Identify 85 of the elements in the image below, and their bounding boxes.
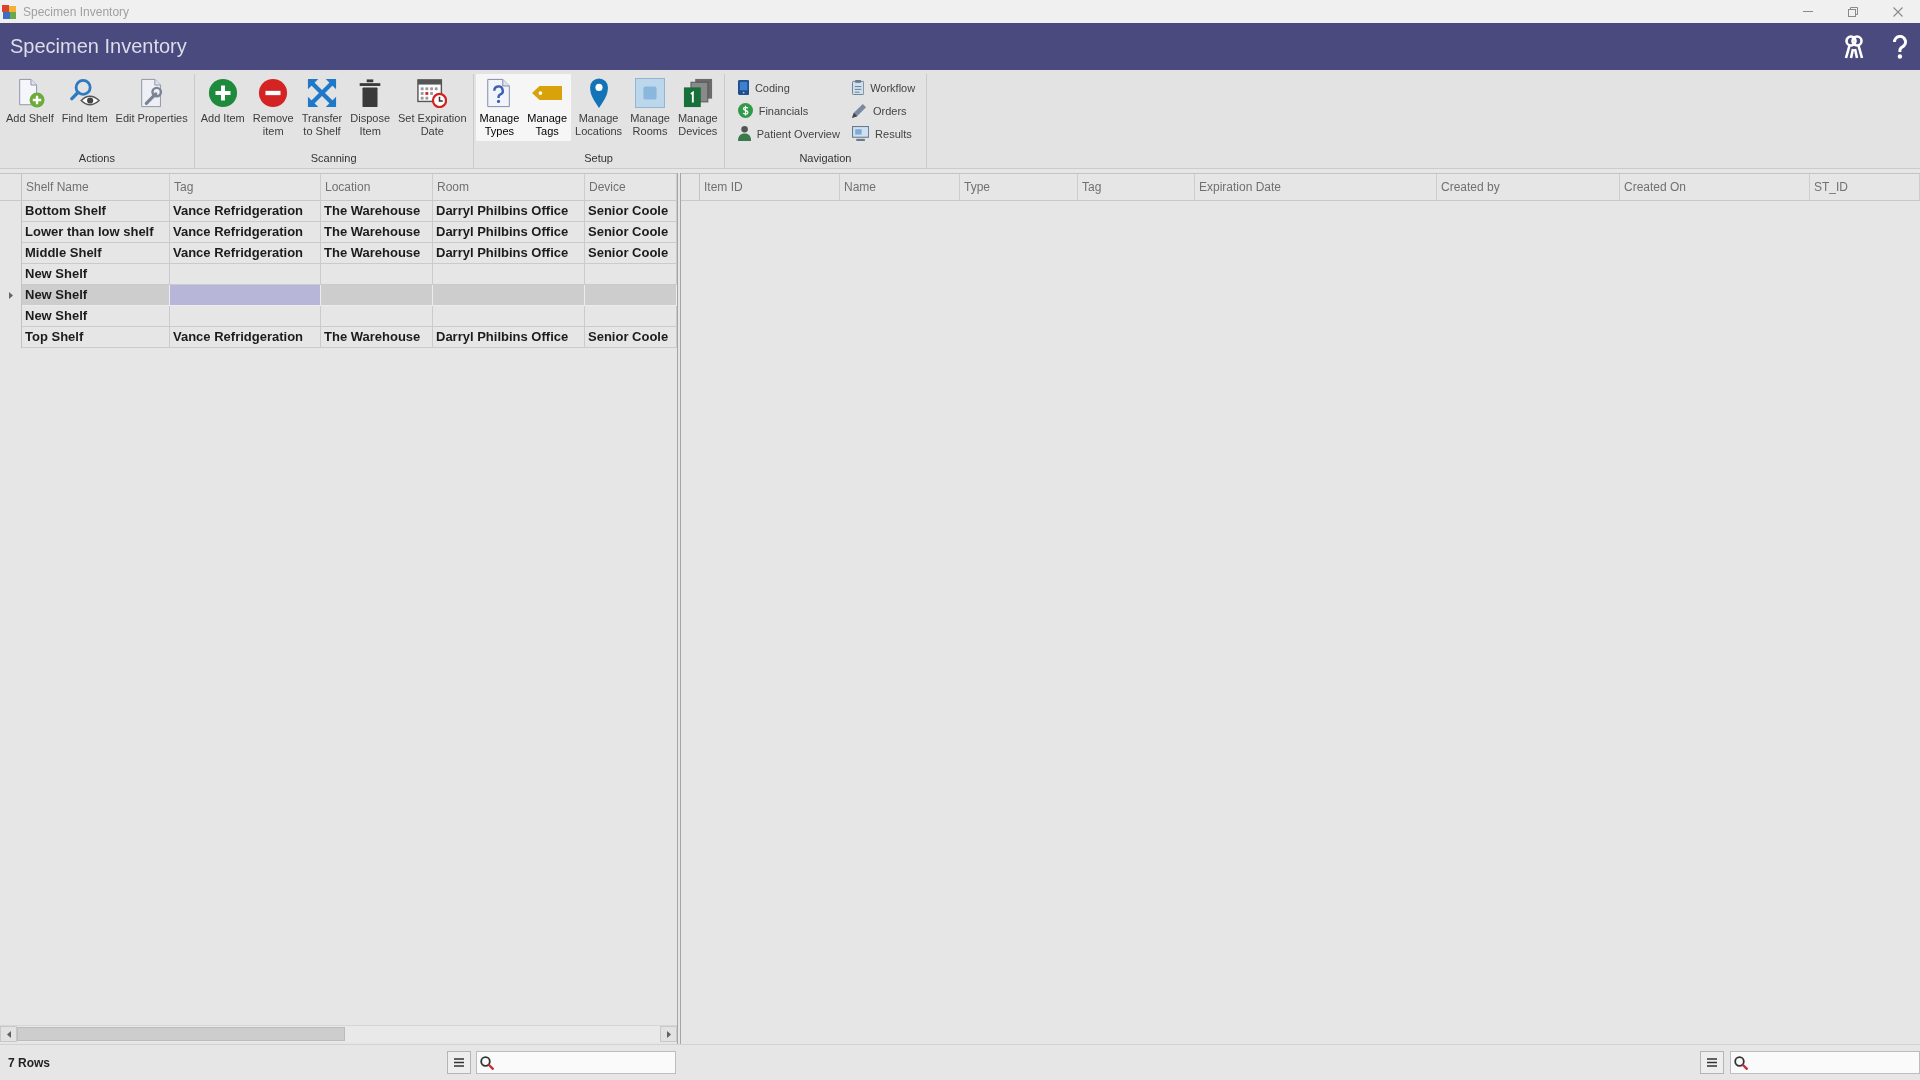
ribbon-button[interactable]: Manage Devices — [673, 74, 722, 141]
person-icon — [737, 126, 751, 141]
nav-link[interactable]: Orders — [848, 99, 919, 122]
ribbon-button[interactable]: Transfer to Shelf — [297, 74, 347, 141]
window-title: Specimen Inventory — [23, 4, 130, 19]
restore-icon[interactable] — [1847, 6, 1858, 17]
magnifier-eye-icon — [69, 78, 100, 108]
table-row[interactable]: Bottom Shelf Vance Refridgeration The Warehouse Darryl Philbins Office Senior Coole — [22, 201, 677, 222]
tablet-icon — [737, 80, 749, 95]
table-cell: Darryl Philbins Office — [433, 327, 585, 348]
group-label: Navigation — [798, 151, 853, 166]
expand-arrows-icon — [307, 78, 337, 108]
plus-circle-icon — [207, 78, 238, 108]
ribbon-button[interactable]: Manage Locations — [571, 74, 627, 141]
minus-circle-icon — [258, 78, 289, 108]
column-header[interactable]: Type — [960, 174, 1078, 200]
row-count: 7 Rows — [8, 1055, 50, 1070]
search-field[interactable] — [1730, 1051, 1920, 1074]
column-header[interactable]: Name — [840, 174, 960, 200]
close-icon[interactable] — [1892, 6, 1903, 17]
table-cell: Senior Coole — [585, 327, 677, 348]
ribbon-button[interactable]: Add Shelf — [2, 74, 58, 128]
calendar-clock-icon — [417, 78, 448, 108]
column-header[interactable]: ST_ID — [1810, 174, 1920, 200]
ribbon-button[interactable]: Set Expiration Date — [394, 74, 471, 141]
monitor-icon — [851, 126, 870, 141]
table-cell: Top Shelf — [22, 327, 170, 348]
nav-link[interactable]: Results — [848, 122, 919, 145]
column-header[interactable]: Item ID — [700, 174, 840, 200]
column-header[interactable]: Device — [585, 174, 677, 200]
column-header[interactable]: Tag — [1078, 174, 1195, 200]
table-row[interactable]: New Shelf — [22, 285, 677, 306]
ribbon-button[interactable]: Find Item — [57, 74, 112, 128]
clipboard-icon — [851, 80, 865, 95]
keys-icon[interactable] — [1844, 34, 1864, 59]
ribbon-button[interactable]: Dispose Item — [346, 74, 394, 141]
column-header[interactable]: Tag — [170, 174, 321, 200]
nav-link[interactable]: Workflow — [848, 76, 919, 99]
column-header[interactable]: Created On — [1620, 174, 1810, 200]
table-row[interactable]: Top Shelf Vance Refridgeration The Warehouse Darryl Philbins Office Senior Coole — [22, 327, 677, 348]
search-icon — [1734, 1055, 1748, 1070]
table-cell: Vance Refridgeration — [170, 327, 321, 348]
pencil-icon — [851, 103, 867, 118]
nav-link[interactable]: Patient Overview — [734, 122, 843, 145]
table-row[interactable]: Lower than low shelf Vance Refridgeration The Warehouse Darryl Philbins Office Senior Coole — [22, 222, 677, 243]
nav-link[interactable]: Coding — [734, 76, 843, 99]
scroll-right-button[interactable] — [660, 1026, 677, 1042]
caret-left-icon — [6, 1030, 11, 1038]
table-row[interactable]: New Shelf — [22, 306, 677, 327]
column-header[interactable]: Shelf Name — [22, 174, 170, 200]
ribbon-button[interactable]: Add Item — [196, 74, 249, 128]
group-label: Scanning — [309, 151, 358, 166]
menu-button[interactable] — [1700, 1051, 1724, 1074]
menu-icon — [454, 1058, 464, 1067]
stacked-cards-icon — [682, 78, 713, 108]
app-icon — [2, 4, 16, 19]
help-icon[interactable] — [1892, 34, 1908, 59]
horizontal-scrollbar[interactable] — [0, 1025, 677, 1042]
table-cell: The Warehouse — [321, 327, 433, 348]
app-title: Specimen Inventory — [10, 35, 187, 58]
group-label: Actions — [77, 151, 116, 166]
column-header[interactable]: Room — [433, 174, 585, 200]
menu-icon — [1707, 1058, 1717, 1067]
search-icon — [480, 1055, 494, 1070]
row-pointer-icon — [8, 292, 13, 299]
table-row[interactable]: Middle Shelf Vance Refridgeration The Warehouse Darryl Philbins Office Senior Coole — [22, 243, 677, 264]
ribbon-button[interactable]: Manage Rooms — [626, 74, 674, 141]
minimize-icon[interactable] — [1802, 11, 1813, 12]
scrollbar-thumb[interactable] — [17, 1027, 345, 1041]
table-row[interactable]: New Shelf — [22, 264, 677, 285]
search-field[interactable] — [476, 1051, 676, 1074]
menu-button[interactable] — [447, 1051, 471, 1074]
framed-square-icon — [635, 78, 665, 108]
ribbon-button[interactable]: Remove item — [248, 74, 298, 141]
group-label: Setup — [583, 151, 614, 166]
column-header[interactable]: Location — [321, 174, 433, 200]
dollar-circle-icon — [737, 103, 753, 118]
ribbon-button[interactable]: Edit Properties — [111, 74, 192, 128]
caret-right-icon — [666, 1030, 671, 1038]
ribbon-button[interactable]: Manage Tags — [523, 74, 572, 141]
column-header[interactable]: Created by — [1437, 174, 1620, 200]
nav-link[interactable]: Financials — [734, 99, 843, 122]
column-header[interactable]: Expiration Date — [1195, 174, 1437, 200]
scroll-left-button[interactable] — [0, 1026, 17, 1042]
ribbon-button[interactable]: Manage Types — [475, 74, 524, 141]
